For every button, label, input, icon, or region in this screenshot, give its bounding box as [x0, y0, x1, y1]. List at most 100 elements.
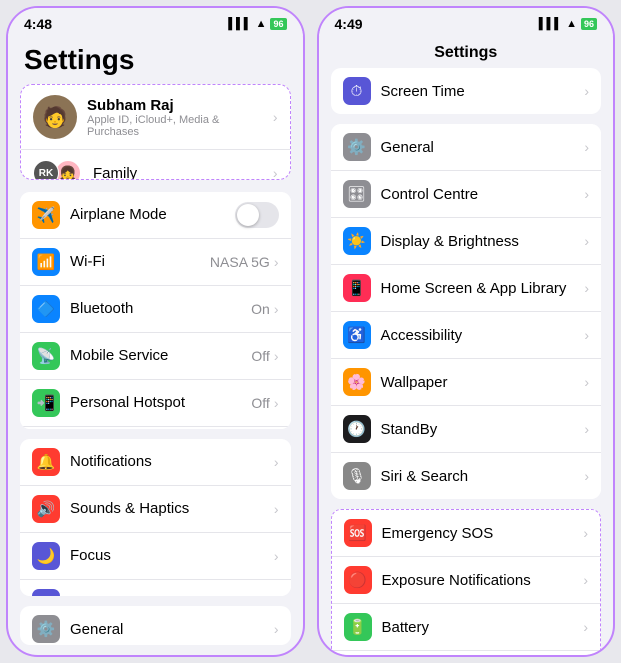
battery-chevron: › [583, 619, 588, 635]
screen-time-chevron: › [274, 595, 279, 597]
right-status-icons: ▌▌▌ ▲ 96 [539, 18, 597, 30]
family-avatar-rk: RK [33, 160, 59, 180]
airplane-mode-item[interactable]: ✈️ Airplane Mode [20, 192, 291, 239]
family-avatars: RK 👧 [33, 160, 81, 180]
wallpaper-icon: 🌸 [343, 368, 371, 396]
standby-item[interactable]: 🕐 StandBy › [331, 406, 602, 453]
mobile-service-chevron: › [274, 348, 279, 364]
display-label: Display & Brightness [381, 233, 585, 250]
siri-search-item[interactable]: 🎙 Siri & Search › [331, 453, 602, 499]
right-page-title: Settings [319, 36, 614, 68]
chevron-icon: › [273, 109, 278, 125]
control-centre-icon: 🎛 [343, 180, 371, 208]
network-settings-group: ✈️ Airplane Mode 📶 Wi-Fi NASA 5G › 🔷 Blu… [20, 192, 291, 429]
wifi-label: Wi-Fi [70, 253, 210, 270]
screen-time-group: ⏱ Screen Time › [331, 68, 602, 114]
focus-label: Focus [70, 547, 274, 564]
right-wifi-icon: ▲ [566, 18, 577, 30]
control-centre-item[interactable]: 🎛 Control Centre › [331, 171, 602, 218]
sounds-icon: 🔊 [32, 495, 60, 523]
accessibility-icon: ♿ [343, 321, 371, 349]
right-general-item[interactable]: ⚙️ General › [331, 124, 602, 171]
hotspot-label: Personal Hotspot [70, 394, 251, 411]
profile-info: Subham Raj Apple ID, iCloud+, Media & Pu… [87, 97, 273, 138]
home-screen-icon: 📱 [343, 274, 371, 302]
family-label: Family [93, 165, 273, 180]
exposure-label: Exposure Notifications [382, 572, 584, 589]
right-status-bar: 4:49 ▌▌▌ ▲ 96 [319, 8, 614, 36]
battery-label: Battery [382, 619, 584, 636]
mobile-service-item[interactable]: 📡 Mobile Service Off › [20, 333, 291, 380]
airplane-label: Airplane Mode [70, 206, 235, 223]
airplane-toggle[interactable] [235, 202, 279, 228]
apple-id-row[interactable]: 🧑 Subham Raj Apple ID, iCloud+, Media & … [21, 85, 290, 150]
exposure-icon: 🔴 [344, 566, 372, 594]
wifi-icon: ▲ [256, 18, 267, 30]
right-general-chevron: › [584, 139, 589, 155]
privacy-security-item[interactable]: ✋ Privacy & Security › [332, 651, 601, 655]
general-chevron: › [274, 621, 279, 637]
left-status-time: 4:48 [24, 16, 52, 32]
general-group: ⚙️ General › [20, 606, 291, 645]
home-screen-item[interactable]: 📱 Home Screen & App Library › [331, 265, 602, 312]
emergency-sos-icon: 🆘 [344, 519, 372, 547]
right-settings-list: ⏱ Screen Time › ⚙️ General › 🎛 Control C… [319, 68, 614, 655]
wifi-item[interactable]: 📶 Wi-Fi NASA 5G › [20, 239, 291, 286]
control-centre-label: Control Centre [381, 186, 585, 203]
mobile-service-label: Mobile Service [70, 347, 251, 364]
right-screen-time-label: Screen Time [381, 83, 585, 100]
battery-icon-box: 🔋 [344, 613, 372, 641]
family-row[interactable]: RK 👧 Family › [21, 150, 290, 180]
general-label: General [70, 621, 274, 638]
right-screen-time-item[interactable]: ⏱ Screen Time › [331, 68, 602, 114]
siri-icon: 🎙 [343, 462, 371, 490]
bluetooth-item[interactable]: 🔷 Bluetooth On › [20, 286, 291, 333]
bluetooth-value: On [251, 301, 270, 317]
sounds-label: Sounds & Haptics [70, 500, 274, 517]
focus-item[interactable]: 🌙 Focus › [20, 533, 291, 580]
screen-time-icon: ⏱ [32, 589, 60, 597]
standby-chevron: › [584, 421, 589, 437]
general-item[interactable]: ⚙️ General › [20, 606, 291, 645]
notifications-label: Notifications [70, 453, 274, 470]
left-page-title: Settings [8, 36, 303, 84]
wallpaper-chevron: › [584, 374, 589, 390]
screen-time-label: Screen Time [70, 594, 274, 596]
wifi-icon-box: 📶 [32, 248, 60, 276]
hotspot-item[interactable]: 📲 Personal Hotspot Off › [20, 380, 291, 427]
right-status-time: 4:49 [335, 16, 363, 32]
profile-subtitle: Apple ID, iCloud+, Media & Purchases [87, 114, 273, 138]
sounds-chevron: › [274, 501, 279, 517]
emergency-sos-item[interactable]: 🆘 Emergency SOS › [332, 510, 601, 557]
wifi-value: NASA 5G [210, 254, 270, 270]
sounds-item[interactable]: 🔊 Sounds & Haptics › [20, 486, 291, 533]
vpn-item[interactable]: 🌐 VPN [20, 427, 291, 429]
focus-chevron: › [274, 548, 279, 564]
screen-time-item[interactable]: ⏱ Screen Time › [20, 580, 291, 597]
battery-item[interactable]: 🔋 Battery › [332, 604, 601, 651]
control-centre-chevron: › [584, 186, 589, 202]
notifications-item[interactable]: 🔔 Notifications › [20, 439, 291, 486]
display-icon: ☀️ [343, 227, 371, 255]
left-status-icons: ▌▌▌ ▲ 96 [228, 18, 286, 30]
bluetooth-icon: 🔷 [32, 295, 60, 323]
emergency-sos-label: Emergency SOS [382, 525, 584, 542]
accessibility-chevron: › [584, 327, 589, 343]
display-brightness-item[interactable]: ☀️ Display & Brightness › [331, 218, 602, 265]
right-screen-time-chevron: › [584, 83, 589, 99]
battery-indicator: 96 [270, 18, 286, 30]
right-signal-icon: ▌▌▌ [539, 18, 562, 30]
exposure-notifications-item[interactable]: 🔴 Exposure Notifications › [332, 557, 601, 604]
accessibility-item[interactable]: ♿ Accessibility › [331, 312, 602, 359]
exposure-chevron: › [583, 572, 588, 588]
emergency-sos-chevron: › [583, 525, 588, 541]
display-chevron: › [584, 233, 589, 249]
hotspot-icon: 📲 [32, 389, 60, 417]
siri-label: Siri & Search [381, 468, 585, 485]
wallpaper-item[interactable]: 🌸 Wallpaper › [331, 359, 602, 406]
emergency-group: 🆘 Emergency SOS › 🔴 Exposure Notificatio… [331, 509, 602, 655]
wallpaper-label: Wallpaper [381, 374, 585, 391]
home-screen-chevron: › [584, 280, 589, 296]
right-phone-panel: 4:49 ▌▌▌ ▲ 96 Settings ⏱ Screen Time › ⚙… [317, 6, 616, 657]
mobile-service-icon: 📡 [32, 342, 60, 370]
